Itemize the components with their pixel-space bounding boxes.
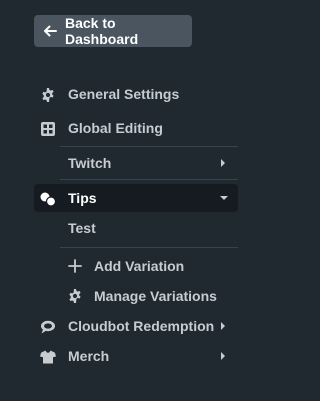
divider (60, 179, 238, 180)
menu-item-global-editing[interactable]: Global Editing (34, 114, 238, 142)
divider (60, 146, 238, 147)
caret-down-icon (220, 195, 228, 201)
back-to-dashboard-label: Back to Dashboard (65, 15, 139, 47)
tshirt-icon (40, 349, 56, 365)
menu-item-tips[interactable]: Tips (34, 184, 238, 212)
menu-item-label: Tips (68, 190, 97, 206)
menu-item-label: Cloudbot Redemption (68, 318, 215, 334)
plus-icon (68, 259, 82, 273)
submenu-item-label: Test (68, 220, 96, 236)
caret-right-icon (220, 159, 226, 167)
menu-item-cloudbot-redemption[interactable]: Cloudbot Redemption (34, 312, 238, 340)
menu-item-twitch[interactable]: Twitch (34, 149, 238, 177)
add-variation-button[interactable]: Add Variation (34, 252, 238, 280)
grid-icon (40, 121, 56, 137)
menu-item-label: Twitch (68, 155, 112, 171)
menu-item-label: Global Editing (68, 120, 163, 136)
sidebar: Back to Dashboard General Settings Globa… (0, 0, 267, 401)
divider (60, 247, 238, 248)
gear-icon (68, 289, 82, 303)
menu-item-general-settings[interactable]: General Settings (34, 80, 238, 108)
submenu-item-test[interactable]: Test (34, 214, 238, 242)
menu-item-label: General Settings (68, 86, 180, 102)
manage-variations-label: Manage Variations (94, 288, 217, 304)
arrow-left-icon (42, 23, 58, 39)
coins-icon (40, 191, 56, 207)
caret-right-icon (220, 352, 226, 360)
manage-variations-button[interactable]: Manage Variations (34, 282, 238, 310)
back-to-dashboard-button[interactable]: Back to Dashboard (34, 15, 192, 47)
caret-right-icon (220, 322, 226, 330)
speech-bubble-icon (40, 319, 56, 335)
gear-icon (40, 87, 56, 103)
menu-item-merch[interactable]: Merch (34, 342, 238, 370)
menu-item-label: Merch (68, 348, 110, 364)
add-variation-label: Add Variation (94, 258, 185, 274)
